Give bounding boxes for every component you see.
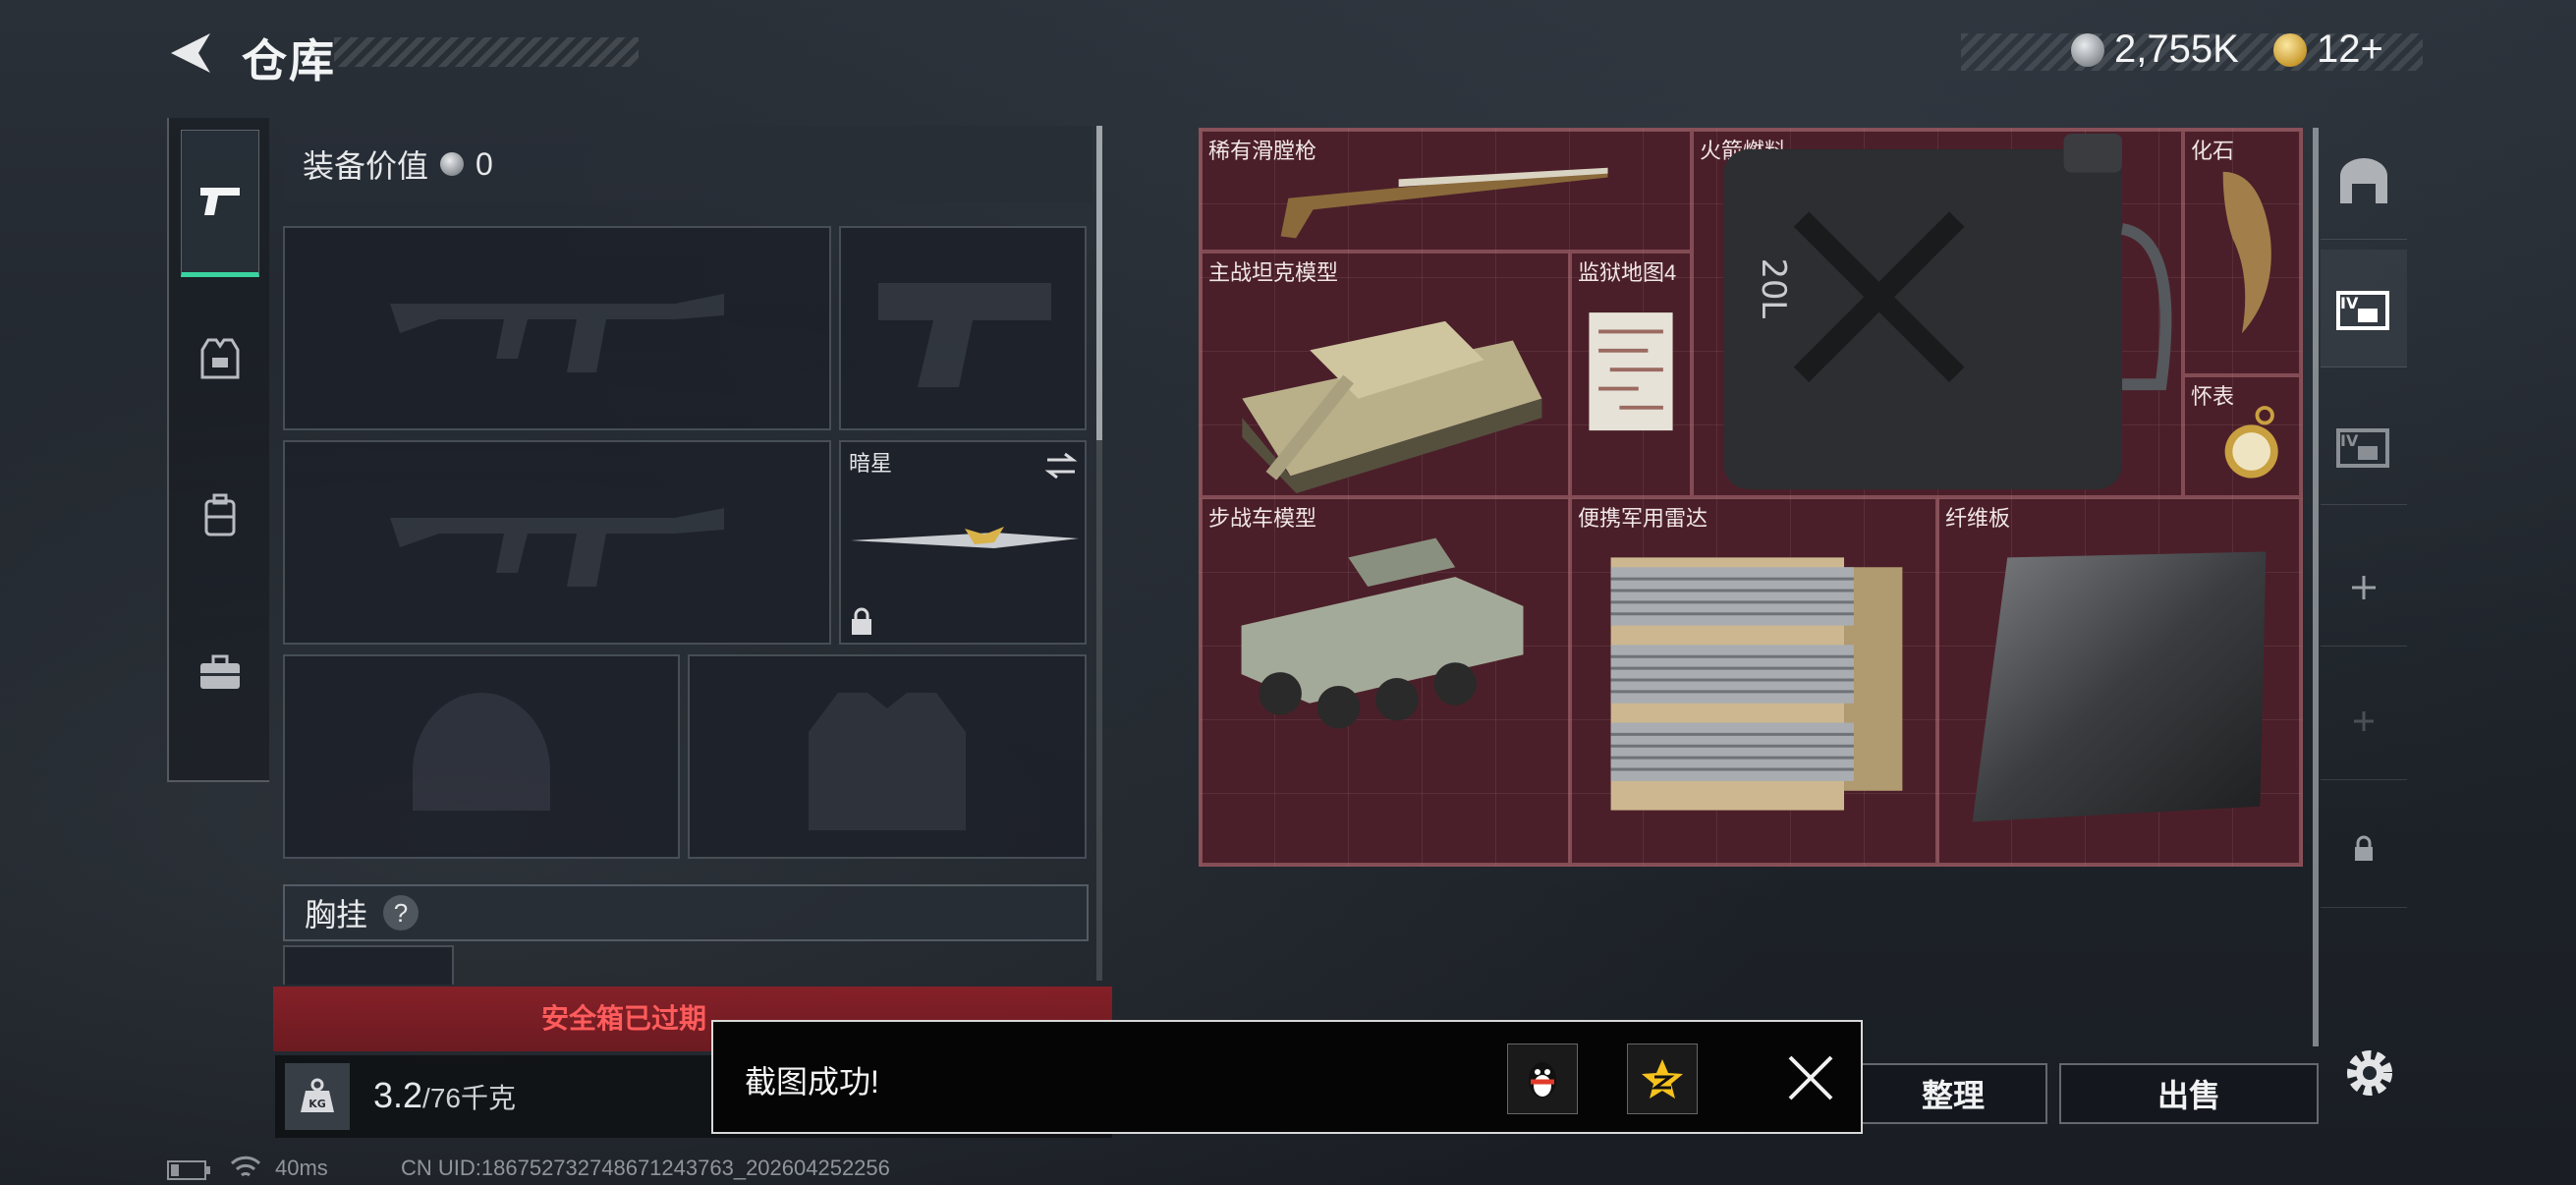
rail-warehouse[interactable] xyxy=(2321,122,2407,240)
battery-icon xyxy=(167,1160,210,1180)
gold-currency[interactable]: 12+ xyxy=(2273,28,2383,72)
knife-icon xyxy=(851,527,1079,548)
stash-scrollbar[interactable] xyxy=(2313,128,2319,1046)
plus-icon xyxy=(2354,710,2374,731)
backpack-icon xyxy=(204,493,236,536)
chest-rig-header: 胸挂 ? xyxy=(283,884,1089,941)
armor-slot[interactable] xyxy=(688,654,1087,859)
pistol-icon xyxy=(200,188,240,215)
weight-max: /76 xyxy=(422,1083,461,1113)
stash-item-tank-model[interactable]: 主战坦克模型 xyxy=(1201,252,1570,497)
secondary-weapon-slot[interactable] xyxy=(283,440,831,645)
melee-label: 暗星 xyxy=(849,451,893,476)
gear-icon[interactable] xyxy=(2340,1044,2399,1102)
helmet-silhouette-icon xyxy=(413,693,550,811)
rail-locked-page xyxy=(2321,790,2407,908)
weight-readout: 3.2/76千克 xyxy=(373,1075,516,1116)
screenshot-toast: 截图成功! xyxy=(711,1020,1863,1134)
weight-icon: KG xyxy=(301,1078,334,1112)
vest-icon xyxy=(200,338,240,379)
close-icon[interactable] xyxy=(1780,1047,1841,1108)
sidebar-tab-case[interactable] xyxy=(181,599,259,747)
briefcase-icon xyxy=(200,654,240,689)
stash-item-musket[interactable]: 稀有滑膛枪 xyxy=(1201,130,1692,252)
wifi-icon xyxy=(230,1156,261,1177)
loadout-sidebar xyxy=(167,118,269,782)
rifle-silhouette-icon xyxy=(390,294,724,372)
chest-rig-label: 胸挂 xyxy=(305,897,368,932)
silver-currency: 2,755K xyxy=(2071,28,2239,72)
stash-grid[interactable]: 稀有滑膛枪 火箭燃料 20L 化石 主战坦克模型 xyxy=(1199,128,2303,867)
equipment-value-label: 装备价值 xyxy=(303,148,429,184)
stash-item-rocket-fuel[interactable]: 火箭燃料 20L xyxy=(1692,130,2183,497)
stash-item-pocket-watch[interactable]: 怀表 xyxy=(2183,375,2301,497)
stash-item-ifv-model[interactable]: 步战车模型 xyxy=(1201,497,1570,865)
sidebar-tab-weapons[interactable] xyxy=(181,130,259,277)
rail-stash-page-4b[interactable]: IV xyxy=(2321,387,2407,505)
ifv-icon xyxy=(1241,537,1524,729)
chest-rig-slot[interactable] xyxy=(283,945,454,985)
qzone-star-icon xyxy=(1642,1059,1683,1099)
stash-item-fossil[interactable]: 化石 xyxy=(2183,130,2301,375)
helmet-slot[interactable] xyxy=(283,654,680,859)
stash-page-rail: IV IV xyxy=(2321,122,2407,1006)
map-icon xyxy=(1589,312,1673,431)
uid-readout: CN UID:18675273274867124376​3_2026042522… xyxy=(401,1156,890,1180)
share-qzone-button[interactable] xyxy=(1627,1044,1698,1114)
armor-silhouette-icon xyxy=(809,693,966,830)
tank-icon xyxy=(1242,320,1542,494)
organize-button[interactable]: 整理 xyxy=(1859,1063,2047,1124)
gold-coin-icon xyxy=(2273,32,2307,67)
radar-icon xyxy=(1610,557,1903,811)
equipment-value: 0 xyxy=(476,145,493,182)
sidebar-tab-backpack[interactable] xyxy=(181,442,259,590)
rail-add-page[interactable] xyxy=(2321,529,2407,647)
plus-icon xyxy=(2352,575,2376,599)
silver-coin-icon xyxy=(2071,32,2104,67)
silver-currency-value: 2,755K xyxy=(2114,28,2239,71)
fiber-board-icon xyxy=(1972,551,2267,822)
sidearm-slot[interactable] xyxy=(839,226,1087,430)
rail-add-page-disabled xyxy=(2321,662,2407,780)
svg-text:IV: IV xyxy=(2340,431,2359,450)
pistol-silhouette-icon xyxy=(878,283,1051,387)
loadout-scroll-thumb[interactable] xyxy=(1096,126,1102,440)
fossil-claw-icon xyxy=(2222,171,2271,334)
sell-button[interactable]: 出售 xyxy=(2059,1063,2319,1124)
share-qq-button[interactable] xyxy=(1507,1044,1578,1114)
title-decoration xyxy=(334,37,639,67)
equipment-value-bar: 装备价值 0 xyxy=(283,126,1092,202)
stash-item-military-radar[interactable]: 便携军用雷达 xyxy=(1570,497,1937,865)
silver-coin-icon xyxy=(440,152,465,176)
weight-current: 3.2 xyxy=(373,1075,423,1115)
primary-weapon-slot[interactable] xyxy=(283,226,831,430)
help-icon[interactable]: ? xyxy=(383,895,420,931)
melee-slot[interactable]: 暗星 xyxy=(839,440,1087,645)
musket-icon xyxy=(1280,167,1608,239)
lock-icon xyxy=(852,607,871,635)
rifle-silhouette-icon xyxy=(390,508,724,587)
toast-message: 截图成功! xyxy=(745,1064,879,1100)
weight-unit: 千克 xyxy=(460,1083,516,1113)
pocket-watch-icon xyxy=(2224,406,2278,479)
stash-page-icon: IV xyxy=(2336,427,2389,468)
stash-page-4-icon: IV xyxy=(2336,290,2389,330)
gold-currency-value: 12+ xyxy=(2317,28,2383,71)
rail-stash-page-4[interactable]: IV xyxy=(2321,250,2407,367)
stash-item-fiber-board[interactable]: 纤维板 xyxy=(1937,497,2301,865)
qq-penguin-icon xyxy=(1529,1062,1556,1098)
swap-icon[interactable] xyxy=(1043,450,1079,481)
warehouse-icon xyxy=(2340,157,2387,203)
svg-text:20L: 20L xyxy=(1755,258,1793,319)
jerrycan-icon: 20L xyxy=(1723,133,2172,490)
back-arrow-icon[interactable] xyxy=(165,28,216,79)
svg-text:IV: IV xyxy=(2340,294,2359,312)
stash-item-prison-map[interactable]: 监狱地图4 xyxy=(1570,252,1692,497)
lock-icon xyxy=(2355,835,2373,861)
page-title: 仓库 xyxy=(242,35,336,86)
ping-readout: 40ms xyxy=(275,1156,328,1180)
weight-icon-box: KG xyxy=(285,1063,350,1130)
sidebar-tab-armor[interactable] xyxy=(181,285,259,432)
svg-text:KG: KG xyxy=(308,1098,326,1110)
